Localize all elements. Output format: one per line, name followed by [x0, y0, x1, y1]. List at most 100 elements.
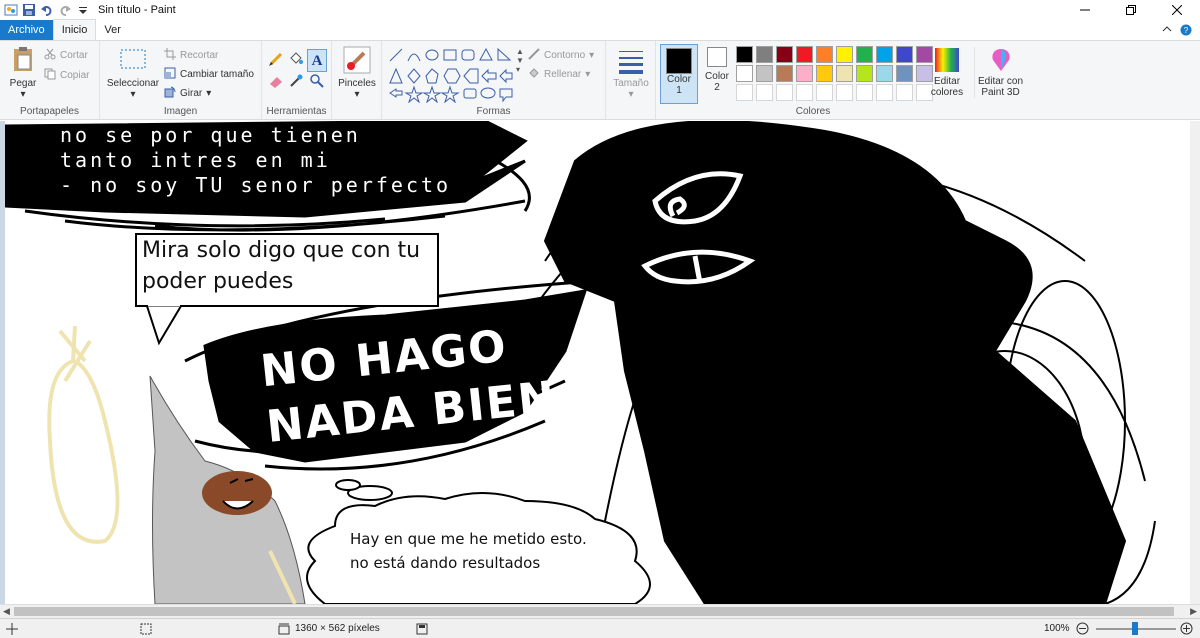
svg-text:?: ?: [1184, 26, 1189, 35]
clipboard-group-label: Portapapeles: [20, 106, 79, 117]
customize-toolbar-icon[interactable]: [76, 3, 90, 17]
palette-swatch[interactable]: [756, 46, 773, 63]
color-picker-icon[interactable]: [288, 73, 304, 92]
horizontal-scrollbar[interactable]: ◀ ▶: [0, 604, 1200, 618]
palette-swatch[interactable]: [776, 84, 793, 101]
magnifier-icon[interactable]: [309, 73, 325, 92]
palette-swatch[interactable]: [816, 65, 833, 82]
palette-swatch[interactable]: [876, 46, 893, 63]
vertical-scrollbar[interactable]: [1190, 121, 1200, 604]
copy-button[interactable]: Copiar: [44, 67, 89, 83]
chevron-down-icon: ▾: [354, 89, 360, 100]
palette-swatch[interactable]: [736, 46, 753, 63]
edit-paint3d-button[interactable]: Editar con Paint 3D: [974, 47, 1026, 98]
palette-swatch[interactable]: [896, 65, 913, 82]
size-button[interactable]: Tamaño ▾: [612, 45, 650, 100]
image-group: Seleccionar ▾ Recortar Cambiar tamaño Gi…: [100, 41, 262, 119]
shapes-scroll-icon[interactable]: ▲ ▼ ▾: [516, 47, 524, 74]
palette-swatch[interactable]: [816, 84, 833, 101]
drawing-canvas[interactable]: no se por que tienen tanto intres en mi …: [5, 121, 1191, 604]
palette-swatch[interactable]: [856, 46, 873, 63]
palette-swatch[interactable]: [776, 46, 793, 63]
palette-swatch[interactable]: [736, 84, 753, 101]
zoom-level: 100%: [1044, 623, 1070, 634]
color1-swatch: [666, 48, 692, 74]
palette-swatch[interactable]: [816, 46, 833, 63]
resize-button[interactable]: Cambiar tamaño: [164, 66, 254, 82]
close-button[interactable]: [1154, 0, 1200, 20]
palette-swatch[interactable]: [836, 65, 853, 82]
palette-swatch[interactable]: [836, 84, 853, 101]
rotate-icon: [164, 86, 176, 101]
scribble-text-top: no se por que tienen tanto intres en mi …: [60, 123, 451, 198]
tab-file[interactable]: Archivo: [0, 20, 53, 40]
zoom-out-icon[interactable]: [1076, 622, 1089, 638]
canvas-area[interactable]: no se por que tienen tanto intres en mi …: [0, 121, 1200, 604]
speech-line-1: Mira solo digo que con tu: [142, 238, 421, 263]
eraser-icon[interactable]: [268, 73, 284, 92]
title-bar: Sin título - Paint: [0, 0, 1200, 20]
copy-label: Copiar: [60, 69, 90, 81]
palette-swatch[interactable]: [856, 65, 873, 82]
svg-text:A: A: [312, 53, 323, 68]
color1-label: Color 1: [667, 74, 691, 96]
palette-swatch[interactable]: [796, 84, 813, 101]
palette-swatch[interactable]: [756, 84, 773, 101]
rotate-button[interactable]: Girar ▾: [164, 85, 211, 101]
color2-button[interactable]: Color 2: [702, 47, 732, 93]
crop-button[interactable]: Recortar: [164, 47, 218, 63]
fill-button[interactable]: Rellenar ▾: [528, 66, 590, 82]
brushes-button[interactable]: Pinceles ▾: [336, 45, 378, 100]
scissors-icon: [44, 48, 56, 63]
palette-swatch[interactable]: [736, 65, 753, 82]
maximize-button[interactable]: [1108, 0, 1154, 20]
cut-button[interactable]: Cortar: [44, 47, 88, 63]
shapes-gallery[interactable]: [388, 47, 518, 103]
pencil-icon[interactable]: [268, 51, 284, 70]
tab-home[interactable]: Inicio: [52, 19, 97, 40]
palette-swatch[interactable]: [856, 84, 873, 101]
palette-swatch[interactable]: [796, 65, 813, 82]
palette-swatch[interactable]: [756, 65, 773, 82]
palette-swatch[interactable]: [896, 84, 913, 101]
chevron-down-icon: ▾: [206, 87, 212, 99]
colors-group-label: Colores: [795, 106, 831, 117]
palette-swatch[interactable]: [896, 46, 913, 63]
tab-view[interactable]: Ver: [96, 20, 129, 40]
fill-bucket-icon[interactable]: [288, 51, 304, 70]
palette-swatch[interactable]: [836, 46, 853, 63]
thought-bubble-text: Hay en que me he metido esto. no está da…: [350, 527, 587, 575]
palette-swatch[interactable]: [876, 84, 893, 101]
collapse-ribbon-icon[interactable]: [1162, 24, 1172, 39]
edit-colors-label: Editar colores: [930, 76, 964, 98]
zoom-in-icon[interactable]: [1180, 622, 1193, 638]
scrollbar-thumb[interactable]: [14, 607, 1174, 616]
crop-label: Recortar: [180, 49, 219, 61]
size-group: Tamaño ▾: [606, 41, 656, 119]
zoom-slider-thumb[interactable]: [1132, 622, 1138, 635]
hanging-rope: [47, 325, 120, 544]
copy-icon: [44, 68, 56, 83]
window-title: Sin título - Paint: [98, 4, 176, 16]
edit-colors-button[interactable]: Editar colores: [928, 47, 966, 98]
scribble-line-3: - no soy TU senor perfecto: [60, 173, 452, 197]
save-icon[interactable]: [22, 3, 36, 17]
color1-button[interactable]: Color 1: [660, 44, 698, 104]
help-icon[interactable]: ?: [1180, 24, 1192, 39]
palette-swatch[interactable]: [876, 65, 893, 82]
palette-swatch[interactable]: [776, 65, 793, 82]
fill-label: Rellenar: [544, 68, 582, 80]
speech-bubble-text: Mira solo digo que con tu poder puedes: [142, 235, 420, 297]
palette-swatch[interactable]: [796, 46, 813, 63]
minimize-button[interactable]: [1062, 0, 1108, 20]
undo-icon[interactable]: [40, 3, 54, 17]
select-button[interactable]: Seleccionar ▾: [106, 45, 160, 100]
redo-icon[interactable]: [58, 3, 72, 17]
scroll-right-icon[interactable]: ▶: [1190, 606, 1197, 617]
line-size-icon: [616, 45, 646, 78]
scroll-left-icon[interactable]: ◀: [3, 606, 10, 617]
paste-button[interactable]: Pegar ▾: [6, 45, 40, 100]
thought-line-1: Hay en que me he metido esto.: [350, 530, 587, 548]
outline-button[interactable]: Contorno ▾: [528, 47, 594, 63]
text-tool-icon[interactable]: A: [307, 49, 327, 72]
